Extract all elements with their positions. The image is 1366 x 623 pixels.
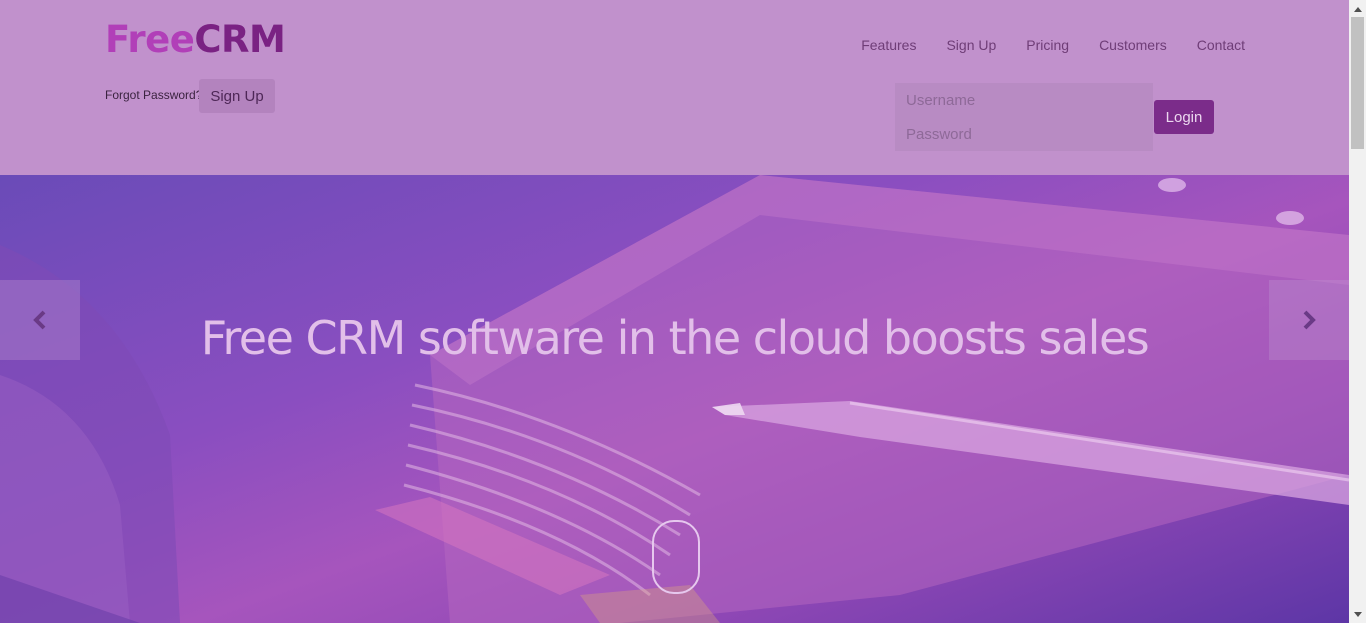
- main-nav: Features Sign Up Pricing Customers Conta…: [861, 37, 1245, 53]
- header: FreeCRM Features Sign Up Pricing Custome…: [0, 0, 1349, 175]
- logo-crm-text: CRM: [194, 18, 286, 61]
- password-input[interactable]: [895, 117, 1153, 151]
- chevron-right-icon: [1303, 310, 1316, 330]
- chevron-left-icon: [33, 310, 46, 330]
- nav-customers[interactable]: Customers: [1099, 37, 1167, 53]
- login-button[interactable]: Login: [1154, 100, 1214, 134]
- username-input[interactable]: [895, 83, 1153, 117]
- hero-carousel: Free CRM software in the cloud boosts sa…: [0, 175, 1349, 623]
- scroll-down-icon[interactable]: [1349, 606, 1366, 623]
- page: FreeCRM Features Sign Up Pricing Custome…: [0, 0, 1349, 623]
- nav-contact[interactable]: Contact: [1197, 37, 1245, 53]
- logo[interactable]: FreeCRM: [105, 18, 286, 61]
- hero-title: Free CRM software in the cloud boosts sa…: [200, 310, 1150, 365]
- nav-pricing[interactable]: Pricing: [1026, 37, 1069, 53]
- sign-up-button[interactable]: Sign Up: [199, 79, 275, 113]
- nav-features[interactable]: Features: [861, 37, 916, 53]
- carousel-prev-button[interactable]: [0, 280, 80, 360]
- nav-sign-up[interactable]: Sign Up: [946, 37, 996, 53]
- carousel-next-button[interactable]: [1269, 280, 1349, 360]
- scrollbar-thumb[interactable]: [1351, 17, 1364, 149]
- scroll-up-icon[interactable]: [1349, 0, 1366, 17]
- mouse-scroll-icon[interactable]: [652, 520, 700, 594]
- logo-free-text: Free: [105, 18, 195, 61]
- forgot-password-link[interactable]: Forgot Password?: [105, 88, 202, 102]
- page-scrollbar[interactable]: [1349, 0, 1366, 623]
- login-form: [895, 83, 1153, 151]
